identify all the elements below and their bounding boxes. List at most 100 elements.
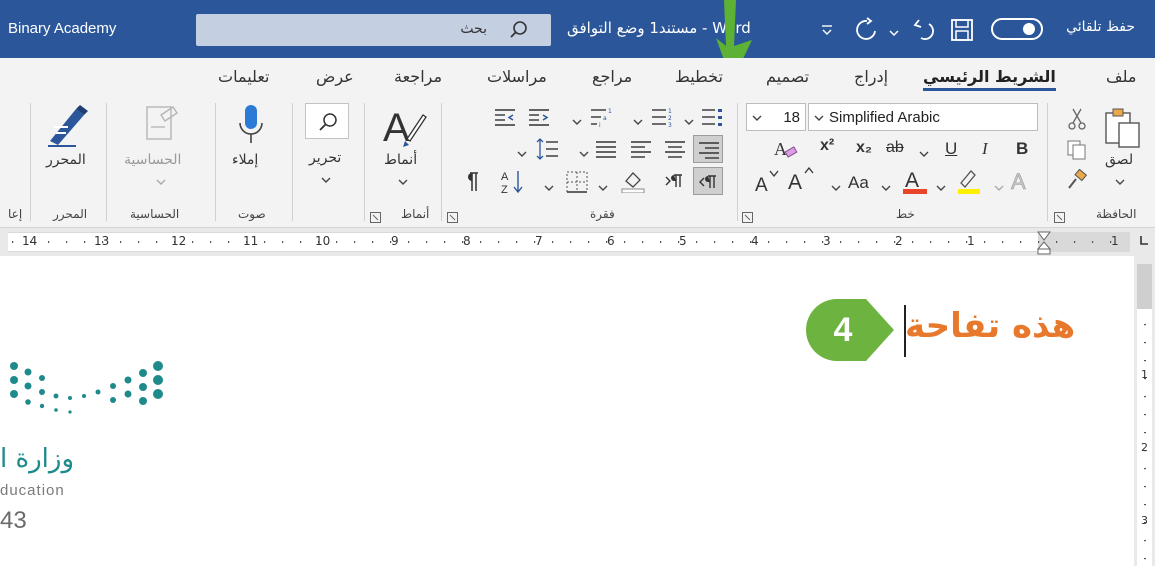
document-text[interactable]: هذه تفاحة bbox=[905, 306, 1075, 346]
customize-toolbar-icon[interactable] bbox=[820, 17, 834, 45]
chevron-down-icon[interactable] bbox=[397, 173, 409, 192]
paste-label[interactable]: لصق bbox=[1105, 152, 1133, 168]
sort-icon[interactable]: AZ bbox=[500, 169, 528, 199]
chevron-down-icon[interactable] bbox=[597, 179, 609, 198]
shrink-font-icon[interactable]: A bbox=[754, 169, 782, 199]
cut-icon[interactable] bbox=[1066, 107, 1088, 135]
chevron-down-icon[interactable] bbox=[155, 173, 167, 192]
tab-layout[interactable]: تخطيط bbox=[675, 67, 723, 86]
copy-icon[interactable] bbox=[1066, 139, 1088, 165]
ltr-text-icon[interactable] bbox=[664, 173, 686, 193]
dialog-launcher-icon[interactable] bbox=[742, 208, 753, 227]
decrease-indent-icon[interactable] bbox=[493, 107, 517, 131]
ruler-tick bbox=[1002, 241, 1004, 243]
chevron-down-icon[interactable] bbox=[935, 179, 947, 198]
rtl-direction-button[interactable] bbox=[693, 167, 723, 195]
chevron-down-icon[interactable] bbox=[516, 145, 528, 164]
underline-button[interactable]: U bbox=[945, 139, 957, 159]
tab-stop-icon[interactable] bbox=[1138, 234, 1150, 246]
editing-label[interactable]: تحرير bbox=[309, 150, 341, 166]
clear-formatting-icon[interactable]: A bbox=[773, 137, 799, 165]
paste-icon[interactable] bbox=[1103, 107, 1143, 153]
subscript-button[interactable]: x₂ bbox=[856, 139, 872, 157]
user-name[interactable]: Binary Academy bbox=[8, 20, 116, 37]
chevron-down-icon[interactable] bbox=[888, 24, 900, 43]
increase-indent-icon[interactable] bbox=[527, 107, 551, 131]
highlight-color-icon[interactable] bbox=[955, 167, 983, 199]
document-page[interactable] bbox=[0, 256, 1134, 566]
chevron-down-icon[interactable] bbox=[1114, 173, 1126, 192]
chevron-down-icon[interactable] bbox=[632, 113, 644, 132]
microphone-icon[interactable] bbox=[237, 103, 265, 151]
editor-icon[interactable] bbox=[46, 103, 92, 151]
tab-home[interactable]: الشريط الرئيسي bbox=[923, 67, 1056, 91]
ruler-tick bbox=[12, 241, 14, 243]
tab-view[interactable]: عرض bbox=[316, 67, 354, 86]
vruler-tick bbox=[1144, 414, 1146, 416]
tab-review[interactable]: مراجعة bbox=[394, 67, 442, 86]
undo-icon[interactable] bbox=[909, 17, 937, 47]
numbering-icon[interactable]: 123 bbox=[650, 107, 676, 131]
italic-button[interactable]: I bbox=[982, 139, 988, 159]
horizontal-ruler[interactable]: 14 13 12 11 10 9 8 7 6 5 4 3 2 1 1 bbox=[0, 228, 1155, 256]
sensitivity-label[interactable]: الحساسية bbox=[124, 152, 181, 168]
chevron-down-icon[interactable] bbox=[578, 145, 590, 164]
chevron-down-icon[interactable] bbox=[683, 113, 695, 132]
align-left-icon[interactable] bbox=[630, 140, 652, 162]
dictate-label[interactable]: إملاء bbox=[232, 152, 258, 168]
tab-references[interactable]: مراجع bbox=[592, 67, 632, 86]
ruler-number: 1 bbox=[967, 234, 975, 248]
logo-dot bbox=[39, 403, 45, 409]
chevron-down-icon[interactable] bbox=[830, 179, 842, 198]
tab-file[interactable]: ملف bbox=[1106, 67, 1136, 86]
dialog-launcher-icon[interactable] bbox=[370, 208, 381, 227]
styles-label[interactable]: أنماط bbox=[384, 152, 417, 168]
superscript-button[interactable]: x² bbox=[820, 137, 834, 155]
text-effects-icon[interactable]: A bbox=[1009, 167, 1035, 197]
show-marks-icon[interactable] bbox=[462, 171, 482, 197]
indent-marker-icon[interactable] bbox=[1036, 230, 1052, 256]
logo-arabic-text: وزارة ا bbox=[0, 444, 75, 474]
logo-dot bbox=[82, 394, 86, 398]
chevron-down-icon[interactable] bbox=[918, 145, 930, 164]
bullets-icon[interactable] bbox=[700, 107, 724, 131]
tab-mailings[interactable]: مراسلات bbox=[487, 67, 547, 86]
search-box[interactable]: بحث bbox=[196, 14, 551, 46]
autosave-toggle[interactable] bbox=[991, 18, 1043, 40]
change-case-button[interactable]: Aa bbox=[848, 173, 869, 193]
shading-icon[interactable] bbox=[620, 169, 646, 197]
vertical-ruler[interactable]: 1 2 3 bbox=[1134, 256, 1155, 566]
strikethrough-button[interactable]: ab bbox=[886, 139, 904, 157]
bold-button[interactable]: B bbox=[1016, 139, 1028, 159]
save-icon[interactable] bbox=[950, 17, 974, 47]
justify-icon[interactable] bbox=[595, 140, 617, 162]
borders-icon[interactable] bbox=[566, 171, 588, 197]
align-right-button[interactable] bbox=[693, 135, 723, 163]
editor-label[interactable]: المحرر bbox=[46, 152, 86, 168]
styles-icon[interactable]: A bbox=[381, 103, 427, 155]
line-spacing-icon[interactable] bbox=[533, 138, 559, 164]
dialog-launcher-icon[interactable] bbox=[447, 208, 458, 227]
format-painter-icon[interactable] bbox=[1066, 168, 1088, 195]
chevron-down-icon[interactable] bbox=[543, 179, 555, 198]
font-size-box[interactable]: 18 bbox=[746, 103, 806, 131]
align-center-icon[interactable] bbox=[664, 140, 686, 162]
chevron-down-icon[interactable] bbox=[320, 171, 332, 190]
font-name-value: Simplified Arabic bbox=[829, 109, 940, 126]
multilevel-list-icon[interactable]: 1ai bbox=[589, 107, 615, 131]
font-name-box[interactable]: Simplified Arabic bbox=[808, 103, 1038, 131]
chevron-down-icon[interactable] bbox=[571, 113, 583, 132]
tab-insert[interactable]: إدراج bbox=[854, 67, 888, 86]
grow-font-icon[interactable]: A bbox=[787, 166, 815, 197]
chevron-down-icon[interactable] bbox=[993, 179, 1005, 198]
logo-dot bbox=[153, 361, 163, 371]
tab-design[interactable]: تصميم bbox=[766, 67, 809, 86]
font-color-icon[interactable]: A bbox=[902, 167, 928, 199]
text-cursor bbox=[904, 305, 906, 357]
redo-icon[interactable] bbox=[853, 17, 881, 47]
find-button[interactable] bbox=[305, 103, 349, 139]
sensitivity-icon[interactable] bbox=[141, 103, 181, 151]
chevron-down-icon[interactable] bbox=[880, 179, 892, 198]
dialog-launcher-icon[interactable] bbox=[1054, 208, 1065, 227]
tab-help[interactable]: تعليمات bbox=[218, 67, 269, 86]
